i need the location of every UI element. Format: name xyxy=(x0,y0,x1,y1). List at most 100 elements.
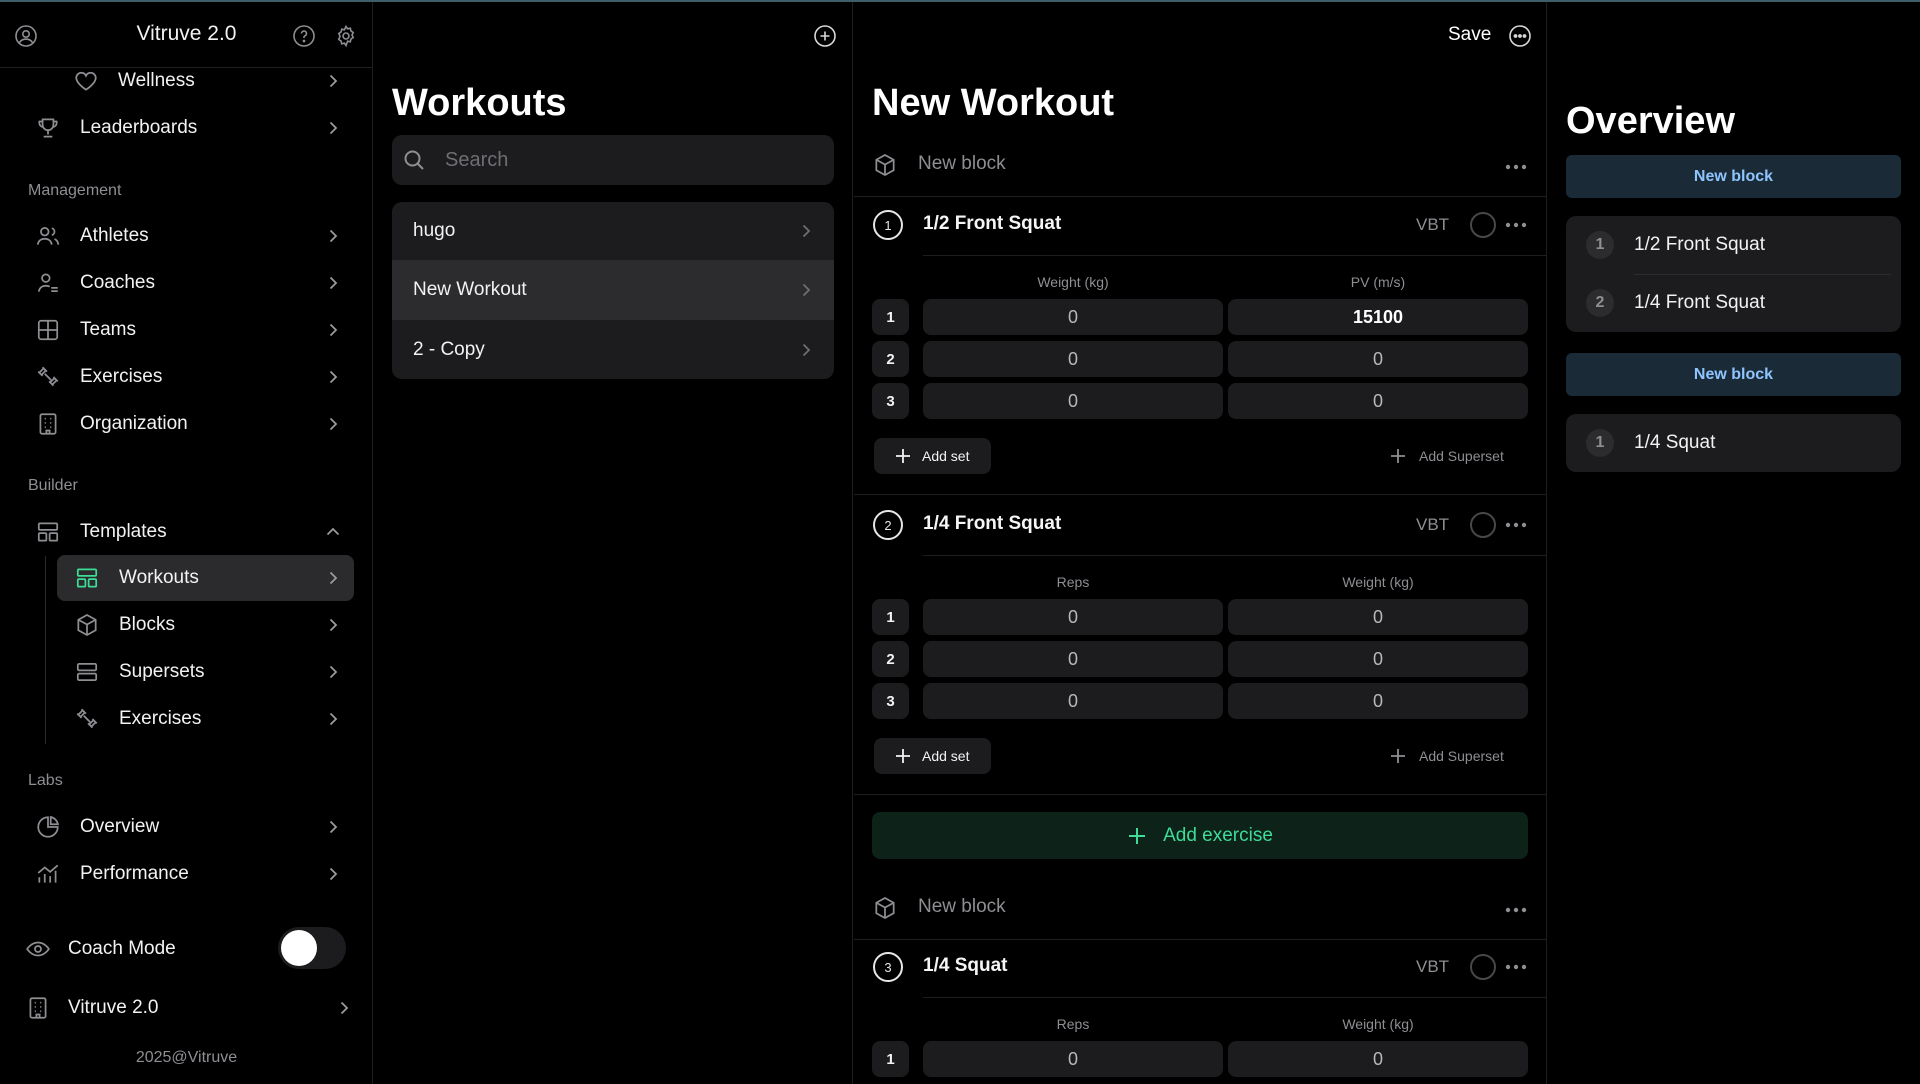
vbt-label: VBT xyxy=(1416,957,1450,976)
building-icon xyxy=(35,411,61,437)
building-icon xyxy=(25,995,51,1021)
set-value-input[interactable]: 0 xyxy=(923,1041,1223,1077)
add-exercise-button[interactable]: Add exercise xyxy=(872,812,1528,859)
trophy-icon xyxy=(35,115,61,141)
overview-item-number: 1 xyxy=(1586,231,1614,259)
block-label: New block xyxy=(918,896,1006,917)
add-workout-icon[interactable] xyxy=(813,24,837,48)
sidebar-item-teams[interactable]: Teams xyxy=(35,307,343,353)
bar-chart-icon xyxy=(35,861,61,887)
add-superset-button[interactable]: Add Superset xyxy=(1389,747,1504,765)
list-item[interactable]: 2 - Copy xyxy=(392,320,834,379)
exercise-header: 2 1/4 Front Squat VBT xyxy=(854,495,1546,555)
overview-item[interactable]: 1 1/4 Squat xyxy=(1566,414,1901,472)
add-set-button[interactable]: Add set xyxy=(874,738,991,774)
page-title: Workouts xyxy=(392,82,567,124)
sidebar-item-supersets[interactable]: Supersets xyxy=(57,649,354,695)
sidebar-item-label: Athletes xyxy=(80,225,149,246)
column-header: Weight (kg) xyxy=(1037,274,1109,290)
plus-icon xyxy=(1389,747,1407,765)
set-value-input[interactable]: 0 xyxy=(923,383,1223,419)
vbt-toggle[interactable] xyxy=(1470,212,1496,238)
gear-icon[interactable] xyxy=(334,24,358,48)
sidebar-item-template-exercises[interactable]: Exercises xyxy=(57,696,354,742)
set-value-input[interactable]: 0 xyxy=(1228,683,1528,719)
set-value-input[interactable]: 0 xyxy=(923,599,1223,635)
sidebar-item-blocks[interactable]: Blocks xyxy=(57,602,354,648)
column-header: Weight (kg) xyxy=(1342,574,1414,590)
sidebar-item-organization[interactable]: Organization xyxy=(35,401,343,447)
column-header: Weight (kg) xyxy=(1342,1016,1414,1032)
add-exercise-label: Add exercise xyxy=(1163,824,1273,846)
organization-switcher[interactable]: Vitruve 2.0 xyxy=(25,985,354,1031)
exercise-name[interactable]: 1/4 Squat xyxy=(923,955,1007,977)
sidebar-item-coaches[interactable]: Coaches xyxy=(35,260,343,306)
sidebar-item-workouts[interactable]: Workouts xyxy=(57,555,354,601)
more-horizontal-icon[interactable] xyxy=(1505,521,1527,529)
cube-icon xyxy=(74,612,100,638)
coach-mode-toggle[interactable] xyxy=(278,927,346,969)
add-set-label: Add set xyxy=(922,448,970,464)
sidebar-item-label: Organization xyxy=(80,413,188,434)
plus-icon xyxy=(894,447,912,465)
overview-panel: Overview New block 1 1/2 Front Squat 2 1… xyxy=(1548,2,1920,1084)
overview-item[interactable]: 2 1/4 Front Squat xyxy=(1566,274,1901,332)
coach-mode-row: Coach Mode xyxy=(25,926,275,972)
divider xyxy=(923,997,1546,998)
overview-item[interactable]: 1 1/2 Front Squat xyxy=(1566,216,1901,274)
help-icon[interactable] xyxy=(292,24,316,48)
set-value-input[interactable]: 0 xyxy=(1228,599,1528,635)
add-set-button[interactable]: Add set xyxy=(874,438,991,474)
vbt-toggle[interactable] xyxy=(1470,512,1496,538)
set-value-input[interactable]: 0 xyxy=(923,683,1223,719)
block-label: New block xyxy=(918,153,1006,174)
vbt-toggle[interactable] xyxy=(1470,954,1496,980)
list-item[interactable]: hugo xyxy=(392,202,834,261)
list-item-selected[interactable]: New Workout xyxy=(392,261,834,320)
exercise-name[interactable]: 1/4 Front Squat xyxy=(923,513,1061,535)
sidebar-item-overview[interactable]: Overview xyxy=(35,804,343,850)
add-superset-button[interactable]: Add Superset xyxy=(1389,447,1504,465)
overview-title: Overview xyxy=(1566,100,1735,142)
workout-name: 2 - Copy xyxy=(413,338,485,360)
more-horizontal-icon[interactable] xyxy=(1505,906,1527,914)
overview-block-badge[interactable]: New block xyxy=(1566,155,1901,198)
block-header[interactable]: New block xyxy=(854,878,1546,940)
cube-icon xyxy=(872,152,898,178)
sidebar-item-performance[interactable]: Performance xyxy=(35,851,343,897)
set-value-input[interactable]: 0 xyxy=(1228,1041,1528,1077)
chevron-right-icon xyxy=(323,118,343,138)
section-label-management: Management xyxy=(28,182,122,199)
eye-icon xyxy=(25,936,51,962)
toggle-knob xyxy=(281,930,317,966)
search-input[interactable]: Search xyxy=(392,135,834,185)
plus-icon xyxy=(1127,826,1147,846)
save-button[interactable]: Save xyxy=(1448,24,1491,46)
set-value-input[interactable]: 0 xyxy=(923,341,1223,377)
sidebar-item-exercises[interactable]: Exercises xyxy=(35,354,343,400)
sidebar-item-templates[interactable]: Templates xyxy=(35,509,343,555)
overview-block-badge[interactable]: New block xyxy=(1566,353,1901,396)
submenu-guide-line xyxy=(45,556,46,744)
exercise-name[interactable]: 1/2 Front Squat xyxy=(923,213,1061,235)
sidebar-item-leaderboards[interactable]: Leaderboards xyxy=(35,105,343,151)
chevron-right-icon xyxy=(323,864,343,884)
set-number: 3 xyxy=(872,683,909,719)
sidebar-item-athletes[interactable]: Athletes xyxy=(35,213,343,259)
grid-icon xyxy=(35,317,61,343)
set-value-input[interactable]: 0 xyxy=(923,641,1223,677)
overview-item-number: 2 xyxy=(1586,289,1614,317)
column-header: Reps xyxy=(1056,574,1090,590)
set-value-input[interactable]: 0 xyxy=(1228,383,1528,419)
set-value-input[interactable]: 0 xyxy=(1228,641,1528,677)
set-value-input[interactable]: 0 xyxy=(923,299,1223,335)
set-value-input[interactable]: 0 xyxy=(1228,341,1528,377)
set-number: 1 xyxy=(872,599,909,635)
sidebar-item-wellness[interactable]: Wellness xyxy=(28,58,343,104)
block-header[interactable]: New block xyxy=(854,135,1546,197)
more-horizontal-icon[interactable] xyxy=(1505,221,1527,229)
more-options-icon[interactable] xyxy=(1508,24,1532,48)
more-horizontal-icon[interactable] xyxy=(1505,963,1527,971)
more-horizontal-icon[interactable] xyxy=(1505,163,1527,171)
set-value-input[interactable]: 15100 xyxy=(1228,299,1528,335)
